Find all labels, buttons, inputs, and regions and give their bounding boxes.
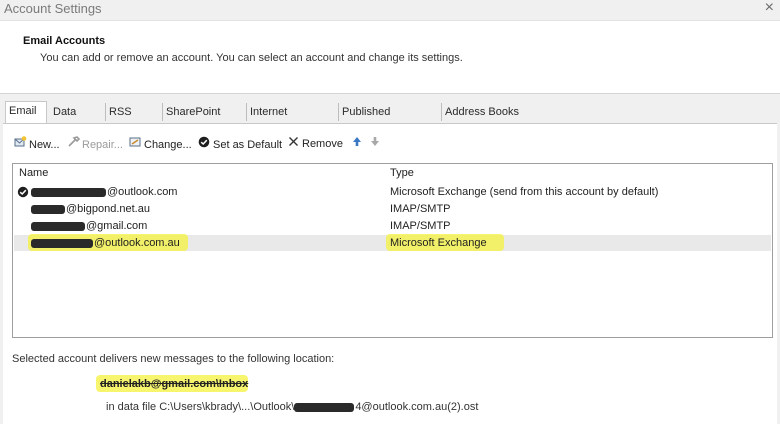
tab-email[interactable]: Email [5, 101, 47, 123]
window-title: Account Settings [4, 1, 102, 16]
account-row[interactable]: @gmail.com IMAP/SMTP [14, 218, 771, 234]
delivery-folder-path: danielakb@gmail.com\Inbox [100, 378, 249, 390]
account-name: @outlook.com.au [94, 237, 180, 249]
redacted-text [31, 238, 93, 248]
checkmark-circle-icon [197, 136, 211, 153]
section-title: Email Accounts [23, 35, 106, 47]
arrow-up-icon [350, 136, 364, 152]
repair-button[interactable]: Repair... [66, 136, 123, 152]
account-row[interactable]: @bigpond.net.au IMAP/SMTP [14, 201, 771, 217]
close-icon[interactable]: × [765, 0, 774, 17]
repair-icon [66, 136, 80, 153]
account-row-selected[interactable]: @outlook.com.au Microsoft Exchange [14, 234, 771, 251]
account-type: IMAP/SMTP [390, 220, 451, 232]
account-name: @gmail.com [86, 220, 148, 232]
delivery-label: Selected account delivers new messages t… [12, 353, 335, 365]
arrow-down-icon [368, 136, 382, 152]
tab-published-calendars[interactable]: Published Calendars [339, 103, 442, 136]
title-bar: Account Settings × [0, 0, 780, 21]
redacted-text [31, 221, 85, 231]
tab-internet-calendars[interactable]: Internet Calendars [247, 103, 339, 136]
section-description: You can add or remove an account. You ca… [40, 52, 463, 64]
redacted-text [31, 187, 106, 197]
column-header-name[interactable]: Name [19, 167, 48, 179]
remove-button[interactable]: Remove [286, 136, 343, 152]
change-icon [128, 136, 142, 153]
move-down-button[interactable] [368, 136, 384, 152]
account-type: Microsoft Exchange [390, 237, 487, 249]
account-list[interactable]: Name Type @outlook.com Microsoft Exchang… [12, 163, 773, 338]
set-as-default-button[interactable]: Set as Default [197, 136, 282, 152]
move-up-button[interactable] [350, 136, 366, 152]
new-account-icon [13, 136, 27, 153]
dialog-header: Email Accounts You can add or remove an … [0, 21, 780, 94]
tab-address-books[interactable]: Address Books [442, 103, 522, 121]
account-type: IMAP/SMTP [390, 203, 451, 215]
tab-data-files[interactable]: Data Files [50, 103, 106, 136]
tab-rss-feeds[interactable]: RSS Feeds [106, 103, 163, 136]
column-header-type[interactable]: Type [390, 167, 414, 179]
redacted-text [294, 402, 355, 412]
redacted-text [31, 204, 65, 214]
new-button[interactable]: New... [13, 136, 60, 152]
data-file-path: in data file C:\Users\kbrady\...\Outlook… [106, 401, 479, 413]
account-name: @bigpond.net.au [66, 203, 150, 215]
tab-sharepoint-lists[interactable]: SharePoint Lists [163, 103, 247, 136]
x-icon [286, 136, 300, 152]
account-row[interactable]: @outlook.com Microsoft Exchange (send fr… [14, 184, 771, 200]
change-button[interactable]: Change... [128, 136, 192, 152]
account-type: Microsoft Exchange (send from this accou… [390, 186, 659, 198]
account-name: @outlook.com [107, 186, 178, 198]
